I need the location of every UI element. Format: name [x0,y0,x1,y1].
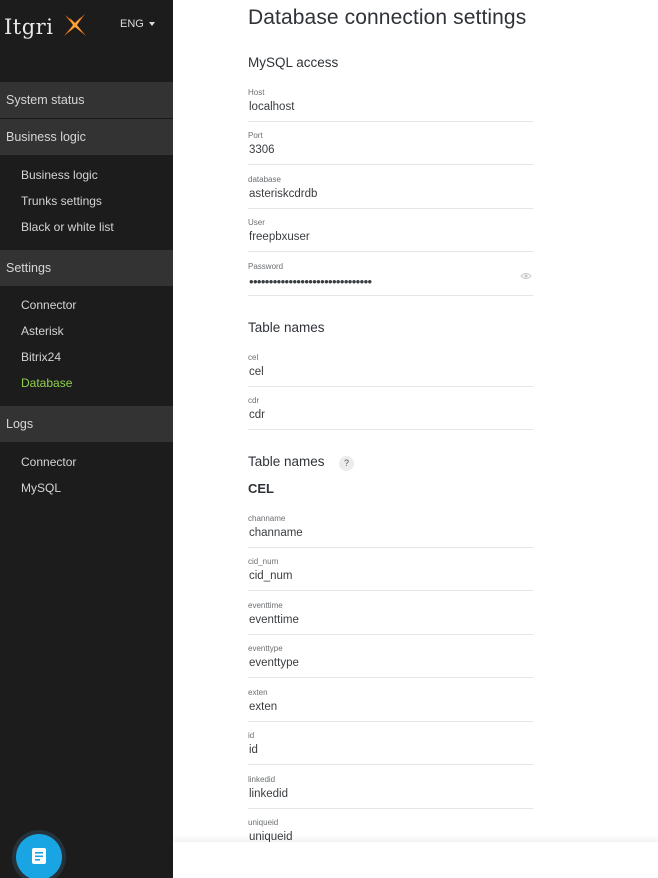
user-input[interactable]: freepbxuser [249,231,533,249]
eventtime-label: eventtime [248,601,283,610]
sidebar-section-logs[interactable]: Logs [0,406,173,442]
user-label: User [248,218,265,227]
language-label: ENG [120,18,144,30]
divider [248,429,533,430]
divider [248,590,533,591]
sidebar-item-black-or-white-list[interactable]: Black or white list [21,219,114,235]
port-label: Port [248,131,263,140]
sidebar-item-database[interactable]: Database [21,375,72,391]
divider [248,208,533,209]
channame-label: channame [248,514,286,523]
channame-input[interactable]: channame [249,527,533,545]
cel-input[interactable]: cel [249,366,533,384]
divider [248,634,533,635]
sidebar-item-bitrix24[interactable]: Bitrix24 [21,349,61,365]
id-label: id [248,731,255,740]
eventtime-input[interactable]: eventtime [249,614,533,632]
host-input[interactable]: localhost [249,101,533,119]
logo-text: Itgri [4,15,54,39]
divider [248,721,533,722]
sidebar-item-logs-mysql[interactable]: MySQL [21,480,61,496]
exten-label: exten [248,688,268,697]
linkedid-label: linkedid [248,775,276,784]
sidebar-item-asterisk[interactable]: Asterisk [21,323,64,339]
sidebar-section-business-logic[interactable]: Business logic [0,119,173,155]
cdr-label: cdr [248,396,260,405]
divider [248,295,533,296]
host-label: Host [248,88,265,97]
cel-subtitle: CEL [248,481,274,496]
logo-x-mark [64,14,86,36]
divider [248,164,533,165]
cid-num-label: cid_num [248,557,279,566]
password-input[interactable]: ••••••••••••••••••••••••••••••• [249,274,372,289]
database-label: database [248,175,281,184]
itgrix-logo[interactable]: Itgri [4,12,104,42]
password-label: Password [248,262,284,271]
chevron-down-icon [148,22,155,27]
exten-input[interactable]: exten [249,701,533,719]
id-input[interactable]: id [249,744,533,762]
divider [248,764,533,765]
uniqueid-label: uniqueid [248,818,279,827]
linkedid-input[interactable]: linkedid [249,788,533,806]
help-icon[interactable]: ? [339,456,354,471]
divider [248,677,533,678]
divider [248,121,533,122]
cel-table-names-heading: Table names [248,454,325,469]
divider [248,386,533,387]
mysql-access-heading: MySQL access [248,55,339,70]
sidebar-section-settings[interactable]: Settings [0,250,173,286]
main-content: Database connection settings MySQL acces… [173,0,658,878]
eye-icon[interactable] [520,272,532,280]
sidebar-section-system-status[interactable]: System status [0,82,173,118]
page-title: Database connection settings [248,6,527,29]
notes-fab-button[interactable] [16,834,62,878]
cdr-input[interactable]: cdr [249,409,533,427]
eventtype-label: eventtype [248,644,283,653]
bottom-action-bar [173,842,658,878]
divider [248,547,533,548]
divider [248,808,533,809]
sidebar-item-business-logic[interactable]: Business logic [21,167,98,183]
sidebar-item-trunks-settings[interactable]: Trunks settings [21,193,102,209]
divider [248,251,533,252]
cid-num-input[interactable]: cid_num [249,570,533,588]
port-input[interactable]: 3306 [249,144,533,162]
sidebar: Itgri ENG System status Business logic B… [0,0,173,878]
table-names-heading: Table names [248,320,325,335]
database-input[interactable]: asteriskcdrdb [249,188,533,206]
sidebar-item-connector[interactable]: Connector [21,297,76,313]
sidebar-item-logs-connector[interactable]: Connector [21,454,76,470]
document-icon [32,848,46,864]
cel-label: cel [248,353,259,362]
eventtype-input[interactable]: eventtype [249,657,533,675]
language-selector[interactable]: ENG [120,18,155,30]
